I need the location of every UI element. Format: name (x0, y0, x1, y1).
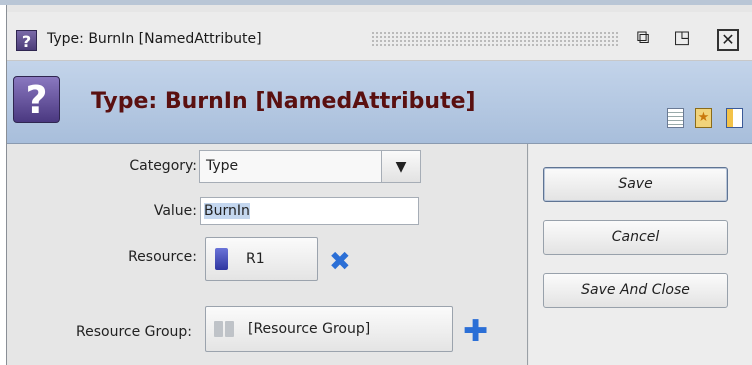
value-text: BurnIn (204, 203, 250, 219)
value-label: Value: (153, 203, 197, 219)
category-value: Type (206, 158, 239, 174)
favorite-icon[interactable]: ★ (695, 108, 712, 128)
question-icon: ? (13, 76, 60, 123)
remove-icon[interactable]: ✖ (329, 247, 351, 277)
window-title: Type: BurnIn [NamedAttribute] (47, 31, 262, 47)
dialog-window: ? Type: BurnIn [NamedAttribute] ⧉ ◳ ✕ ? … (6, 5, 752, 365)
resource-label: Resource: (128, 249, 197, 265)
close-icon[interactable]: ✕ (717, 29, 739, 51)
resource-icon (215, 248, 228, 270)
add-icon[interactable]: ✚ (463, 314, 488, 349)
resource-group-label: Resource Group: (76, 324, 192, 340)
dialog-header: ? Type: BurnIn [NamedAttribute] (7, 61, 752, 144)
resource-group-value: [Resource Group] (248, 321, 371, 337)
title-bar[interactable]: ? Type: BurnIn [NamedAttribute] ⧉ ◳ ✕ (7, 12, 752, 61)
title-bar-grip[interactable] (371, 31, 619, 48)
resource-value: R1 (246, 251, 265, 267)
attribute-form: Category: Type ▼ Value: BurnIn Resource:… (7, 144, 528, 365)
resource-button[interactable]: R1 (205, 237, 318, 281)
category-label: Category: (129, 158, 197, 174)
resource-group-button[interactable]: [Resource Group] (205, 306, 453, 352)
header-title: Type: BurnIn [NamedAttribute] (91, 89, 476, 114)
save-and-close-button[interactable]: Save And Close (543, 273, 728, 308)
action-panel: Save Cancel Save And Close (529, 144, 752, 365)
save-button[interactable]: Save (543, 167, 728, 202)
resource-group-icon (214, 321, 236, 337)
chevron-down-icon[interactable]: ▼ (381, 151, 420, 182)
category-select[interactable]: Type ▼ (199, 150, 421, 183)
value-field[interactable]: BurnIn (200, 197, 419, 225)
document-icon[interactable] (667, 108, 684, 128)
cancel-button[interactable]: Cancel (543, 220, 728, 255)
restore-icon[interactable]: ⧉ (632, 26, 654, 48)
panel-icon[interactable] (726, 108, 743, 128)
question-icon: ? (16, 30, 37, 51)
maximize-icon[interactable]: ◳ (671, 26, 693, 48)
